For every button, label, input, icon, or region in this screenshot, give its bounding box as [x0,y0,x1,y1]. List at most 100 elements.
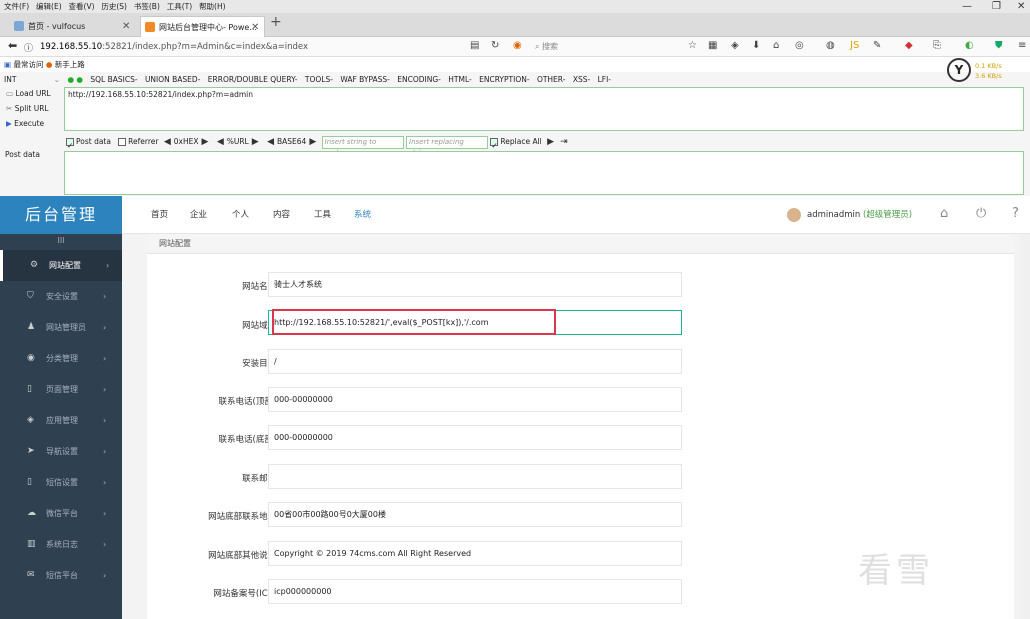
hackbar-menu-union[interactable]: UNION BASED- [145,75,200,84]
nav-enterprise[interactable]: 企业 [190,196,207,234]
site-name-input[interactable]: 骑士人才系统 [268,272,682,297]
site-info-icon[interactable]: ⓘ [24,41,33,54]
minimize-icon[interactable]: — [962,0,972,13]
sidebar-item-apps[interactable]: ◈ 应用管理 › [0,405,122,436]
hackbar-menu-html[interactable]: HTML- [448,75,471,84]
bookmark-getting-started[interactable]: 新手上路 [55,60,85,69]
nav-home[interactable]: 首页 [151,196,168,234]
nav-system[interactable]: 系统 [354,196,371,234]
replace-icon[interactable]: ⇥ [560,135,568,149]
sidebar-item-security[interactable]: ⛉ 安全设置 › [0,281,122,312]
dropdown-arrow-icon[interactable]: ⌄ [54,75,60,84]
insert-string-input[interactable]: Insert string to replace [321,135,404,157]
right-arrow-icon[interactable]: ▶ [202,135,209,149]
bookmark-most-visited[interactable]: 最常访问 [13,60,43,69]
footer-address-input[interactable]: 00省00市00路00号0大厦00楼 [268,502,682,527]
download-icon[interactable]: ⬇ [752,40,760,51]
email-input[interactable] [268,464,682,489]
split-url-button[interactable]: ✂ Split URL [6,104,49,113]
tab-vulfocus[interactable]: 首页 - vulfocus ✕ [10,16,135,37]
extension-icon[interactable]: ◍ [826,40,835,51]
reader-icon[interactable]: ▤ [470,40,479,51]
hackbar-menu-xss[interactable]: XSS- [573,75,590,84]
sidebar-toggle[interactable]: III [0,236,122,245]
sidebar-item-logs[interactable]: ▥ 系统日志 › [0,529,122,560]
help-icon[interactable]: ? [1012,206,1019,221]
hackbar-menu-encoding[interactable]: ENCODING- [397,75,441,84]
icp-input[interactable]: icp000000000 [268,579,682,604]
sidebar-item-navigation[interactable]: ➤ 导航设置 › [0,436,122,467]
sidebar-item-wechat[interactable]: ☁ 微信平台 › [0,498,122,529]
hackbar-menu-lfi[interactable]: LFI- [598,75,611,84]
left-arrow-icon[interactable]: ◀ [164,135,171,149]
nav-content[interactable]: 内容 [273,196,290,234]
load-url-button[interactable]: ▭ Load URL [6,89,51,98]
right-arrow-icon[interactable]: ▶ [309,135,316,149]
restore-icon[interactable]: ❐ [992,0,1001,13]
firefox-icon[interactable]: ◉ [513,40,522,51]
hackbar-menu-tools[interactable]: TOOLS- [305,75,333,84]
hackbar-menu-waf[interactable]: WAF BYPASS- [340,75,390,84]
injection-type-select[interactable]: INT [4,75,16,84]
referrer-checkbox[interactable]: Referrer [118,137,158,146]
sidebar-item-admins[interactable]: ♟ 网站管理员 › [0,312,122,343]
user-info[interactable]: adminadmin (超级管理员) [787,206,912,224]
nav-tools[interactable]: 工具 [314,196,331,234]
hamburger-menu-icon[interactable]: ≡ [1018,40,1026,51]
sidebar-item-category[interactable]: ◉ 分类管理 › [0,343,122,374]
addon-icon[interactable]: ◆ [905,40,913,51]
phone-top-input[interactable]: 000-00000000 [268,387,682,412]
hackbar-menu-sql[interactable]: SQL BASICS- [90,75,137,84]
nav-personal[interactable]: 个人 [232,196,249,234]
hackbar-menu-encryption[interactable]: ENCRYPTION- [479,75,529,84]
sidebar-item-pages[interactable]: ▯ 页面管理 › [0,374,122,405]
menu-view[interactable]: 查看(V) [69,0,95,13]
pocket-icon[interactable]: ◈ [731,40,739,51]
new-tab-icon[interactable]: + [270,14,282,30]
post-data-textarea[interactable] [64,151,1024,195]
right-arrow-icon[interactable]: ▶ [252,135,259,149]
back-icon[interactable]: ⬅ [8,39,17,52]
hackbar-menu-other[interactable]: OTHER- [537,75,565,84]
menu-file[interactable]: 文件(F) [4,0,29,13]
install-dir-input[interactable]: / [268,349,682,374]
left-arrow-icon[interactable]: ◀ [267,135,274,149]
replace-all-checkbox[interactable]: ✓ Replace All [490,137,542,150]
menu-bookmarks[interactable]: 书签(B) [134,0,160,13]
library-icon[interactable]: ▦ [708,40,717,51]
shield-extension-icon[interactable]: ⛊ [995,40,1003,51]
translate-icon[interactable]: ✎ [873,40,881,51]
home-icon[interactable]: ⌂ [940,206,948,221]
close-window-icon[interactable]: ✕ [1017,0,1025,13]
hackbar-menu-error[interactable]: ERROR/DOUBLE QUERY- [208,75,298,84]
sidebar-item-site-config[interactable]: ⚙ 网站配置 › [0,250,122,281]
home-icon[interactable]: ⌂ [773,40,779,51]
reload-icon[interactable]: ↻ [491,40,499,51]
tab-admin[interactable]: 网站后台管理中心- Powe... ✕ [140,16,265,37]
menu-tools[interactable]: 工具(T) [167,0,192,13]
adblock-icon[interactable]: ◐ [965,40,974,51]
replacing-string-input[interactable]: Insert replacing string [406,135,489,157]
screenshot-icon[interactable]: ⎘ [933,40,941,51]
power-icon[interactable]: ⏻ [976,206,986,221]
right-arrow-icon[interactable]: ▶ [547,135,554,149]
post-data-checkbox[interactable]: ✓ Post data [66,137,111,150]
scrollbar[interactable] [1020,234,1030,619]
js-extension-icon[interactable]: JS [850,40,859,51]
close-tab-icon[interactable]: ✕ [251,17,259,38]
address-bar[interactable]: 192.168.55.10:52821/index.php?m=Admin&c=… [40,39,460,55]
phone-bottom-input[interactable]: 000-00000000 [268,425,682,450]
close-tab-icon[interactable]: ✕ [122,16,130,37]
search-input[interactable]: ⌕ 搜索 [535,40,675,54]
menu-history[interactable]: 历史(S) [101,0,127,13]
left-arrow-icon[interactable]: ◀ [217,135,224,149]
footer-note-input[interactable]: Copyright © 2019 74cms.com All Right Res… [268,541,682,566]
sidebar-item-sms-platform[interactable]: ✉ 短信平台 › [0,560,122,591]
bookmark-star-icon[interactable]: ☆ [688,40,697,51]
sync-icon[interactable]: ◎ [795,40,804,51]
execute-button[interactable]: ▶ Execute [6,119,44,128]
hackbar-url-textarea[interactable]: http://192.168.55.10:52821/index.php?m=a… [64,87,1024,131]
menu-edit[interactable]: 编辑(E) [36,0,62,13]
menu-help[interactable]: 帮助(H) [199,0,226,13]
sidebar-item-sms-settings[interactable]: ▯ 短信设置 › [0,467,122,498]
